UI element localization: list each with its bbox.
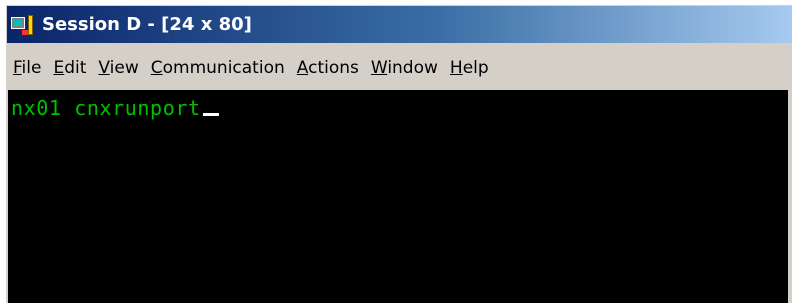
menu-window-label: indow [387,58,438,78]
menu-help-label: elp [462,58,489,78]
menu-actions-label: ctions [308,58,359,78]
window-title: Session D - [24 x 80] [42,14,252,35]
terminal-screen[interactable]: nx01 cnxrunport [8,90,788,303]
terminal-line-1: nx01 cnxrunport [11,96,219,120]
menu-bar: File Edit View Communication Actions Win… [7,54,792,82]
menu-file[interactable]: File [7,55,47,81]
menu-actions-mnemonic: A [296,58,309,78]
red-block-icon-part [22,29,28,35]
menu-communication-mnemonic: C [150,58,163,78]
emulator-window: Session D - [24 x 80] File Edit View Com… [6,5,792,303]
text-cursor [202,113,219,116]
title-bar[interactable]: Session D - [24 x 80] [7,6,792,43]
menu-window-mnemonic: W [370,58,388,78]
menu-edit-mnemonic: E [53,58,65,78]
menu-file-mnemonic: F [13,58,22,78]
monitor-icon-part [11,16,25,29]
menu-communication-label: ommunication [162,58,285,78]
session-app-icon[interactable] [11,14,39,36]
menu-view-label: iew [109,58,139,78]
menu-window[interactable]: Window [365,55,444,81]
menu-edit-label: dit [64,58,87,78]
menu-edit[interactable]: Edit [47,55,92,81]
yellow-bar-icon-part [28,14,33,35]
menu-actions[interactable]: Actions [291,55,365,81]
menu-file-label: ile [21,58,42,78]
terminal-command-text: nx01 cnxrunport [11,96,201,120]
menu-communication[interactable]: Communication [145,55,291,81]
menu-view[interactable]: View [92,55,144,81]
menu-help-mnemonic: H [449,58,463,78]
menu-view-mnemonic: V [98,58,110,78]
menu-help[interactable]: Help [444,55,495,81]
